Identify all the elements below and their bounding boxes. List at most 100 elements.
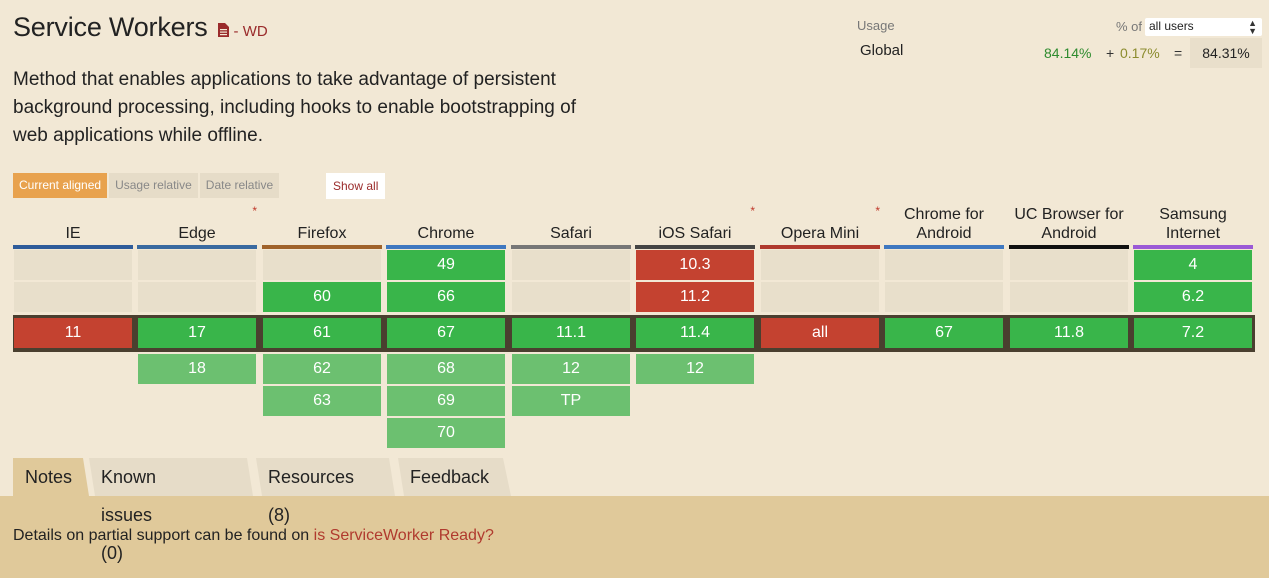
browser-name: Opera Mini	[780, 225, 860, 242]
browser-name: Safari	[550, 225, 592, 242]
view-toggle-group: Current aligned Usage relative Date rela…	[13, 173, 281, 198]
browser-header[interactable]: iOS Safari *	[635, 200, 755, 249]
browser-header[interactable]: Safari	[511, 200, 631, 249]
version-cell[interactable]: 17	[138, 318, 256, 348]
version-cell	[14, 282, 132, 312]
select-value: all users	[1149, 19, 1194, 33]
browser-header[interactable]: Edge *	[137, 200, 257, 249]
version-cell	[512, 250, 630, 280]
version-cell[interactable]: 11.4	[636, 318, 754, 348]
feature-description: Method that enables applications to take…	[13, 69, 576, 146]
version-cell[interactable]: 60	[263, 282, 381, 312]
browser-color-bar	[760, 245, 880, 249]
version-cell[interactable]: 7.2	[1134, 318, 1252, 348]
version-cell[interactable]: 11.8	[1010, 318, 1128, 348]
toggle-usage-relative[interactable]: Usage relative	[109, 173, 198, 198]
browser-color-bar	[511, 245, 631, 249]
select-arrows-icon: ▲ ▼	[1248, 18, 1257, 36]
browser-color-bar	[137, 245, 257, 249]
browser-header[interactable]: UC Browser for Android	[1009, 200, 1129, 249]
version-cell[interactable]: 66	[387, 282, 505, 312]
browser-name: Firefox	[297, 225, 347, 242]
browser-name: Chrome for Android	[903, 206, 985, 242]
percent-of-label: % of	[1116, 19, 1143, 34]
version-cell[interactable]: all	[761, 318, 879, 348]
browser-name: Samsung Internet	[1159, 206, 1227, 242]
usage-panel: Usage % of all users ▲ ▼ Global 84.14% + …	[857, 18, 1262, 78]
version-cell[interactable]: 63	[263, 386, 381, 416]
partial-support-percent: 0.17%	[1120, 45, 1160, 61]
document-icon[interactable]	[217, 23, 229, 37]
version-cell[interactable]: 10.3	[636, 250, 754, 280]
version-cell[interactable]: 4	[1134, 250, 1252, 280]
browser-header[interactable]: Firefox	[262, 200, 382, 249]
version-cell[interactable]: 68	[387, 354, 505, 384]
tab-known-issues[interactable]: Known issues (0)	[101, 458, 156, 563]
version-cell[interactable]: 49	[387, 250, 505, 280]
equals-sign: =	[1174, 45, 1183, 61]
version-cell[interactable]: 67	[885, 318, 1003, 348]
version-cell[interactable]: 18	[138, 354, 256, 384]
version-cell[interactable]: 62	[263, 354, 381, 384]
browser-color-bar	[13, 245, 133, 249]
version-cell	[761, 282, 879, 312]
note-star-icon: *	[875, 204, 880, 218]
notes-link[interactable]: is ServiceWorker Ready?	[314, 527, 494, 544]
total-support-percent: 84.31%	[1190, 38, 1262, 68]
version-cell[interactable]: 61	[263, 318, 381, 348]
version-cell	[14, 250, 132, 280]
spec-status[interactable]: - WD	[234, 23, 268, 40]
version-cell	[263, 250, 381, 280]
version-cell[interactable]: 12	[512, 354, 630, 384]
version-cell[interactable]: 70	[387, 418, 505, 448]
version-cell	[512, 282, 630, 312]
browser-name: IE	[65, 225, 81, 242]
show-all-button[interactable]: Show all	[326, 173, 386, 199]
version-cell	[138, 250, 256, 280]
notes-panel: Details on partial support can be found …	[0, 496, 1269, 578]
browser-color-bar	[262, 245, 382, 249]
browser-color-bar	[884, 245, 1004, 249]
version-cell	[138, 282, 256, 312]
note-star-icon: *	[750, 204, 755, 218]
toggle-date-relative[interactable]: Date relative	[199, 173, 280, 198]
browser-header[interactable]: IE	[13, 200, 133, 249]
usage-label: Usage	[857, 18, 895, 33]
feature-title-row: Service Workers - WD	[13, 12, 268, 43]
tab-feedback[interactable]: Feedback	[410, 458, 489, 496]
version-cell[interactable]: TP	[512, 386, 630, 416]
version-cell	[885, 250, 1003, 280]
version-cell[interactable]: 11.1	[512, 318, 630, 348]
browser-header[interactable]: Chrome	[386, 200, 506, 249]
browser-color-bar	[1009, 245, 1129, 249]
version-cell	[761, 250, 879, 280]
version-cell[interactable]: 67	[387, 318, 505, 348]
browser-header[interactable]: Chrome for Android	[884, 200, 1004, 249]
version-cell[interactable]: 12	[636, 354, 754, 384]
version-cell[interactable]: 11	[14, 318, 132, 348]
note-star-icon: *	[252, 204, 257, 218]
plus-sign: +	[1106, 45, 1115, 61]
browser-header[interactable]: Samsung Internet	[1133, 200, 1253, 249]
browser-name: Edge	[178, 225, 216, 242]
browser-header[interactable]: Opera Mini *	[760, 200, 880, 249]
browser-color-bar	[1133, 245, 1253, 249]
tab-resources[interactable]: Resources (8)	[268, 458, 354, 525]
version-cell[interactable]: 11.2	[636, 282, 754, 312]
user-group-select[interactable]: all users ▲ ▼	[1145, 18, 1262, 36]
browser-name: Chrome	[417, 225, 475, 242]
region-label: Global	[860, 42, 904, 59]
full-support-percent: 84.14%	[1044, 45, 1092, 61]
version-cell[interactable]: 69	[387, 386, 505, 416]
page-title: Service Workers	[13, 12, 208, 42]
version-cell	[1010, 250, 1128, 280]
browser-color-bar	[386, 245, 506, 249]
browser-color-bar	[635, 245, 755, 249]
toggle-current-aligned[interactable]: Current aligned	[13, 173, 108, 198]
version-cell	[885, 282, 1003, 312]
version-cell	[1010, 282, 1128, 312]
version-cell[interactable]: 6.2	[1134, 282, 1252, 312]
browser-name: iOS Safari	[658, 225, 732, 242]
tab-notes[interactable]: Notes	[25, 458, 72, 496]
notes-text: Details on partial support can be found …	[13, 527, 494, 545]
